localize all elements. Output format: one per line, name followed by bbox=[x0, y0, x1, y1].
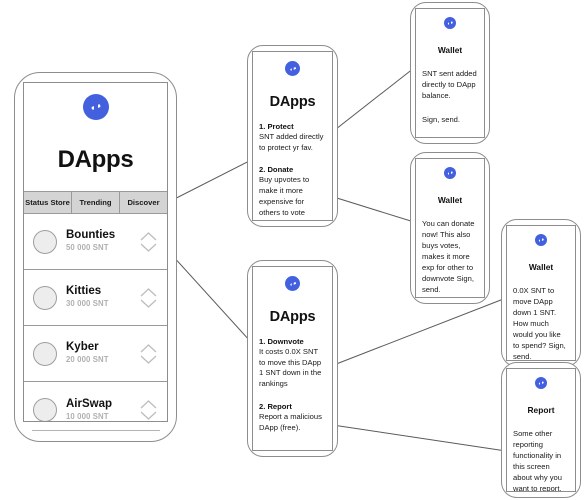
home-indicator bbox=[23, 422, 168, 436]
dapp-amount: 20 000 SNT bbox=[66, 355, 109, 365]
tab-trending[interactable]: Trending bbox=[72, 192, 120, 213]
card-body-secondary: Sign, send. bbox=[422, 115, 460, 124]
main-phone-mockup: DApps Status Store Trending Discover Bou… bbox=[14, 72, 177, 442]
phone-screen: DApps 1. Protect SNT added directly to p… bbox=[252, 51, 333, 221]
step-body: SNT added directly to protect yr fav. bbox=[259, 131, 324, 152]
status-lightning-icon bbox=[285, 276, 300, 291]
step-heading: 2. Report bbox=[259, 401, 292, 411]
tab-status-store[interactable]: Status Store bbox=[24, 192, 72, 213]
tab-bar: Status Store Trending Discover bbox=[24, 191, 167, 214]
phone-screen: Wallet SNT sent added directly to DApp b… bbox=[415, 8, 485, 138]
status-lightning-icon bbox=[444, 17, 456, 29]
step-downvote: 1. Downvote It costs 0.0X SNT to move th… bbox=[259, 337, 326, 390]
vote-chevrons-icon[interactable] bbox=[138, 285, 159, 311]
phone-frame: DApps 1. Downvote It costs 0.0X SNT to m… bbox=[247, 260, 338, 457]
vote-chevrons-icon[interactable] bbox=[138, 397, 159, 421]
list-item-text: Kitties 30 000 SNT bbox=[66, 285, 129, 310]
phone-frame: DApps Status Store Trending Discover Bou… bbox=[14, 72, 177, 442]
phone-screen: Report Some other reporting functionalit… bbox=[506, 368, 576, 492]
list-item-text: Kyber 20 000 SNT bbox=[66, 341, 129, 366]
phone-screen: DApps Status Store Trending Discover Bou… bbox=[23, 82, 168, 422]
dapp-name: Kitties bbox=[66, 285, 102, 298]
card-title: Wallet bbox=[437, 195, 463, 205]
dapps-downvote-card: DApps 1. Downvote It costs 0.0X SNT to m… bbox=[247, 260, 338, 457]
list-item[interactable]: Kyber 20 000 SNT bbox=[24, 326, 167, 382]
report-card: Report Some other reporting functionalit… bbox=[501, 362, 581, 498]
wallet-donate-card: Wallet You can donate now! This also buy… bbox=[410, 152, 490, 304]
card-title: Wallet bbox=[528, 262, 554, 272]
vote-chevrons-icon[interactable] bbox=[138, 229, 159, 255]
card-body: 0.0X SNT to move DApp down 1 SNT. How mu… bbox=[513, 286, 566, 361]
step-heading: 1. Downvote bbox=[259, 337, 304, 346]
card-title: DApps bbox=[269, 94, 316, 110]
dapp-amount: 50 000 SNT bbox=[66, 243, 109, 253]
vote-chevrons-icon[interactable] bbox=[138, 341, 159, 367]
dapp-name: Bounties bbox=[66, 229, 116, 242]
phone-frame: Wallet You can donate now! This also buy… bbox=[410, 152, 490, 304]
card-body: You can donate now! This also buys votes… bbox=[422, 219, 475, 294]
status-lightning-icon bbox=[444, 167, 456, 179]
wire-downvote-to-wallet3 bbox=[325, 297, 507, 369]
wire-report-to-reportcard bbox=[325, 423, 507, 452]
status-lightning-icon bbox=[535, 377, 547, 389]
step-body: It costs 0.0X SNT to move this DApp 1 SN… bbox=[259, 346, 322, 389]
phone-frame: Wallet SNT sent added directly to DApp b… bbox=[410, 2, 490, 144]
tab-discover[interactable]: Discover bbox=[120, 192, 167, 213]
card-body: Some other reporting functionality in th… bbox=[513, 429, 562, 492]
phone-frame: Report Some other reporting functionalit… bbox=[501, 362, 581, 498]
step-heading: 1. Protect bbox=[259, 122, 294, 131]
dapp-amount: 10 000 SNT bbox=[66, 411, 109, 421]
card-title: Report bbox=[527, 405, 555, 415]
list-item[interactable]: Kitties 30 000 SNT bbox=[24, 270, 167, 326]
step-heading: 2. Donate bbox=[259, 165, 294, 175]
phone-screen: Wallet You can donate now! This also buy… bbox=[415, 158, 485, 298]
step-body: Buy upvotes to make it more expensive fo… bbox=[259, 175, 310, 217]
phone-screen: DApps 1. Downvote It costs 0.0X SNT to m… bbox=[252, 266, 333, 451]
step-protect: 1. Protect SNT added directly to protect… bbox=[259, 122, 326, 153]
list-item[interactable]: Bounties 50 000 SNT bbox=[24, 214, 167, 270]
phone-frame: DApps 1. Protect SNT added directly to p… bbox=[247, 45, 338, 227]
avatar bbox=[33, 398, 57, 421]
phone-frame: Wallet 0.0X SNT to move DApp down 1 SNT.… bbox=[501, 219, 581, 367]
list-item-text: AirSwap 10 000 SNT bbox=[66, 397, 129, 421]
phone-screen: Wallet 0.0X SNT to move DApp down 1 SNT.… bbox=[506, 225, 576, 361]
status-lightning-icon bbox=[285, 61, 300, 76]
dapp-name: AirSwap bbox=[66, 397, 113, 410]
card-title: Wallet bbox=[437, 45, 463, 55]
page-title: DApps bbox=[57, 146, 134, 173]
list-item-text: Bounties 50 000 SNT bbox=[66, 229, 129, 254]
dapp-name: Kyber bbox=[66, 341, 99, 354]
wallet-protect-card: Wallet SNT sent added directly to DApp b… bbox=[410, 2, 490, 144]
dapp-amount: 30 000 SNT bbox=[66, 299, 109, 309]
wireflow-canvas: DApps Status Store Trending Discover Bou… bbox=[0, 0, 588, 500]
avatar bbox=[33, 285, 57, 310]
avatar bbox=[33, 229, 57, 254]
dapp-list: Bounties 50 000 SNT Kitties 30 000 SNT K… bbox=[24, 214, 167, 421]
status-lightning-icon bbox=[535, 234, 547, 246]
list-item[interactable]: AirSwap 10 000 SNT bbox=[24, 382, 167, 421]
step-donate: 2. Donate Buy upvotes to make it more ex… bbox=[259, 165, 326, 218]
card-title: DApps bbox=[269, 309, 316, 325]
step-report: 2. Report Report a malicious DApp (free)… bbox=[259, 402, 326, 433]
status-lightning-icon bbox=[82, 94, 109, 120]
avatar bbox=[33, 341, 57, 366]
dapps-upvote-card: DApps 1. Protect SNT added directly to p… bbox=[247, 45, 338, 227]
step-body: Report a malicious DApp (free). bbox=[259, 411, 322, 432]
wallet-downvote-card: Wallet 0.0X SNT to move DApp down 1 SNT.… bbox=[501, 219, 581, 367]
card-body: SNT sent added directly to DApp balance. bbox=[422, 69, 477, 100]
